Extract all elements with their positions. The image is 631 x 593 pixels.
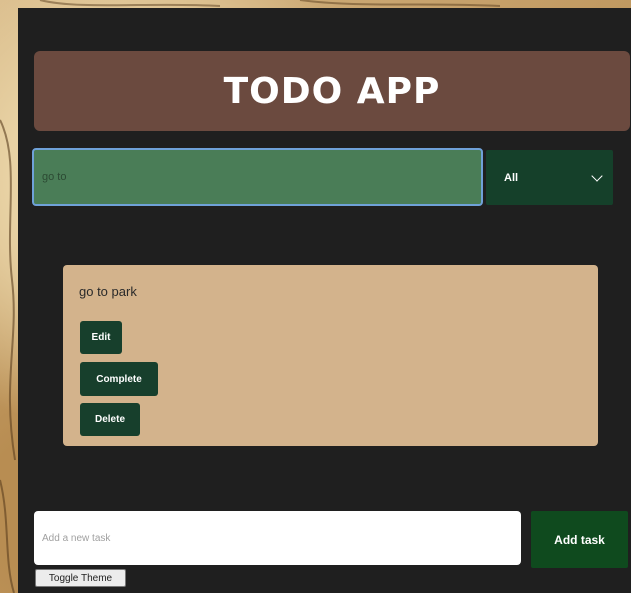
filter-select[interactable]: All [486, 150, 613, 205]
edit-button[interactable]: Edit [80, 321, 122, 354]
complete-button[interactable]: Complete [80, 362, 158, 396]
add-task-button[interactable]: Add task [531, 511, 628, 568]
new-task-input[interactable] [34, 511, 521, 565]
app-title: TODO APP [223, 70, 441, 112]
search-input[interactable] [32, 148, 483, 206]
task-text: go to park [79, 284, 137, 299]
chevron-down-icon [591, 169, 603, 182]
app-header: TODO APP [34, 51, 630, 131]
delete-button[interactable]: Delete [80, 403, 140, 436]
task-card: go to park Edit Complete Delete [63, 265, 598, 446]
filter-selected-value: All [504, 171, 519, 184]
toggle-theme-button[interactable]: Toggle Theme [35, 569, 126, 587]
app-container: TODO APP All go to park Edit Complete De… [18, 8, 631, 593]
